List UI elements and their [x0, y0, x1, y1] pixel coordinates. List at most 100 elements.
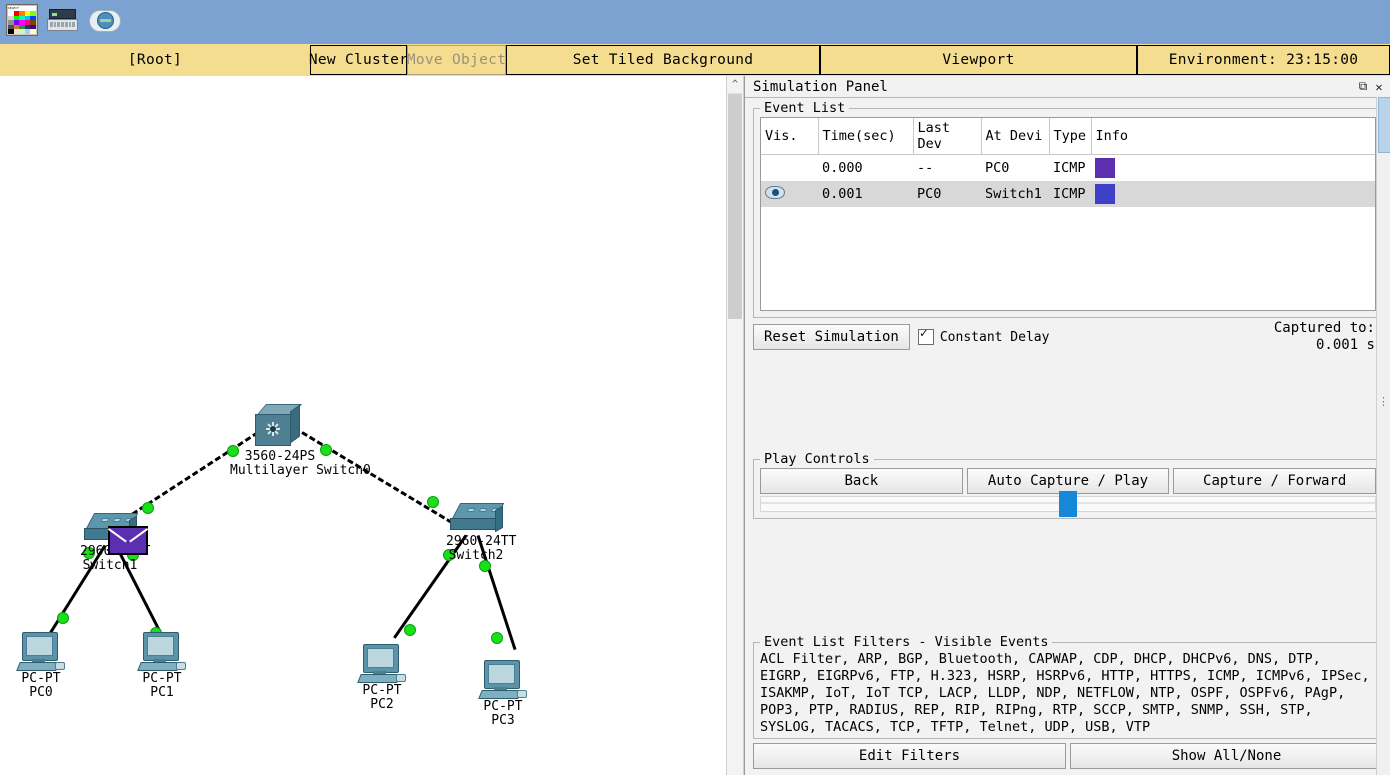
root-cluster-label[interactable]: [Root]: [0, 45, 310, 75]
event-list-table: Vis. Time(sec) Last Dev At Devi Type Inf…: [761, 118, 1375, 207]
viewport-button[interactable]: Viewport: [820, 45, 1137, 75]
environment-label[interactable]: Environment: 23:15:00: [1137, 45, 1390, 75]
scroll-up-icon[interactable]: ^: [727, 76, 743, 94]
link-status-dot: [142, 502, 154, 514]
device-model-label: PC-PT: [142, 671, 182, 686]
device-model-label: 3560-24PS: [244, 449, 316, 464]
device-pc-0[interactable]: PC-PT PC0: [16, 632, 65, 700]
event-last-device: PC0: [913, 181, 981, 207]
simulation-panel-title: Simulation Panel: [753, 78, 888, 95]
back-button[interactable]: Back: [760, 467, 963, 494]
event-list-header-row: Vis. Time(sec) Last Dev At Devi Type Inf…: [761, 118, 1375, 155]
device-multilayer-switch-0[interactable]: 3560-24PS Multilayer Switch0: [230, 404, 371, 478]
device-name-label: Multilayer Switch0: [230, 463, 371, 478]
panel-resize-handle[interactable]: ⋮: [1378, 396, 1389, 407]
packet-envelope[interactable]: [107, 526, 149, 555]
multilayer-switch-icon: [255, 404, 305, 450]
event-at-device: PC0: [985, 160, 1010, 176]
column-header-vis[interactable]: Vis.: [761, 118, 819, 155]
network-device-icon[interactable]: [47, 4, 79, 36]
top-toolbar: SELECT: [0, 0, 1390, 45]
link-status-dot: [404, 624, 416, 636]
device-name-label: PC3: [491, 713, 515, 728]
device-model-label: PC-PT: [483, 699, 523, 714]
packet-color-swatch: [1095, 184, 1115, 204]
new-cluster-button[interactable]: New Cluster: [309, 45, 408, 75]
event-time: 0.001: [818, 181, 913, 207]
scrollbar-thumb[interactable]: [728, 94, 742, 319]
restore-icon[interactable]: ⧉: [1355, 79, 1371, 94]
event-list-group: Event List Vis. Time(sec) Last Dev At De…: [753, 100, 1383, 318]
constant-delay-checkbox[interactable]: [917, 326, 934, 345]
column-header-info[interactable]: Info: [1091, 118, 1375, 155]
move-object-button: Move Object: [407, 45, 506, 75]
event-list-table-container[interactable]: Vis. Time(sec) Last Dev At Devi Type Inf…: [760, 117, 1376, 311]
palette-swatches: [8, 11, 36, 34]
cluster-bar: [Root] New Cluster Move Object Set Tiled…: [0, 44, 1390, 77]
device-name-label: PC2: [370, 697, 394, 712]
device-model-label: PC-PT: [21, 671, 61, 686]
play-controls-legend: Play Controls: [760, 450, 874, 467]
device-model-label: PC-PT: [362, 683, 402, 698]
simulation-controls-row: Reset Simulation Constant Delay Captured…: [745, 318, 1390, 354]
device-pc-1[interactable]: PC-PT PC1: [137, 632, 186, 700]
cloud-globe-icon[interactable]: [88, 4, 121, 36]
simulation-panel: Simulation Panel ⧉ ✕ Event List Vis. Tim…: [744, 76, 1390, 775]
device-switch-2[interactable]: 2960-24TT Switch2: [446, 503, 516, 563]
device-name-label: Switch1: [82, 558, 138, 573]
column-header-time[interactable]: Time(sec): [818, 118, 914, 155]
simulation-panel-titlebar: Simulation Panel ⧉ ✕: [745, 76, 1390, 98]
pc-icon: [16, 632, 65, 672]
capture-forward-button[interactable]: Capture / Forward: [1173, 467, 1377, 494]
show-all-none-button[interactable]: Show All/None: [1070, 743, 1383, 769]
edit-filters-button[interactable]: Edit Filters: [753, 743, 1066, 769]
pc-icon: [357, 644, 406, 684]
captured-to-block: Captured to: 0.001 s: [1274, 320, 1375, 354]
event-visibility-cell[interactable]: [761, 155, 818, 182]
event-info-cell[interactable]: [1091, 155, 1375, 182]
close-icon[interactable]: ✕: [1371, 80, 1387, 94]
device-pc-2[interactable]: PC-PT PC2: [357, 644, 406, 712]
event-row[interactable]: 0.000 -- PC0 ICMP: [761, 155, 1375, 182]
eye-icon[interactable]: [765, 185, 785, 199]
visible-protocols-list: ACL Filter, ARP, BGP, Bluetooth, CAPWAP,…: [760, 651, 1376, 736]
panel-spacer-bottom: [745, 519, 1390, 636]
panel-spacer-top: [745, 352, 1390, 459]
packet-tracer-window: SELECT [Root] New Cluster Move Object Se…: [0, 0, 1390, 775]
simulation-panel-scrollbar[interactable]: [1376, 97, 1390, 775]
set-tiled-background-button[interactable]: Set Tiled Background: [506, 45, 820, 75]
event-type: ICMP: [1053, 160, 1086, 176]
slider-thumb[interactable]: [1059, 490, 1077, 517]
column-header-last-device[interactable]: Last Dev: [913, 118, 982, 155]
column-header-type[interactable]: Type: [1049, 118, 1092, 155]
pc-icon: [137, 632, 186, 672]
packet-color-swatch: [1095, 158, 1115, 178]
column-header-at-device[interactable]: At Devi: [981, 118, 1050, 155]
event-info-cell[interactable]: [1091, 181, 1375, 207]
device-name-label: PC1: [150, 685, 174, 700]
event-type: ICMP: [1049, 181, 1091, 207]
event-list-legend: Event List: [760, 100, 850, 116]
event-time: 0.000: [822, 160, 863, 176]
event-visibility-cell[interactable]: [761, 181, 818, 207]
color-palette-icon[interactable]: SELECT: [6, 4, 38, 36]
filters-buttons-row: Edit Filters Show All/None: [753, 743, 1383, 769]
scrollbar-thumb[interactable]: [1378, 97, 1390, 153]
link-status-dot: [427, 496, 439, 508]
event-row[interactable]: 0.001 PC0 Switch1 ICMP: [761, 181, 1375, 207]
captured-to-label: Captured to:: [1273, 320, 1375, 336]
event-last-device: --: [917, 160, 934, 176]
link-status-dot: [57, 612, 69, 624]
device-name-label: Switch2: [448, 548, 504, 563]
pc-icon: [478, 660, 527, 700]
constant-delay-label: Constant Delay: [939, 329, 1050, 345]
device-name-label: PC0: [29, 685, 53, 700]
playback-speed-slider[interactable]: [760, 490, 1376, 517]
reset-simulation-button[interactable]: Reset Simulation: [753, 324, 910, 350]
logical-workspace[interactable]: 3560-24PS Multilayer Switch0 2960-24TT S…: [0, 76, 726, 775]
device-pc-3[interactable]: PC-PT PC3: [478, 660, 527, 728]
link-status-dot: [491, 632, 503, 644]
event-list-filters-group: Event List Filters - Visible Events ACL …: [753, 634, 1383, 739]
workspace-vertical-scrollbar[interactable]: ^: [726, 76, 744, 775]
switch-icon: [448, 503, 505, 535]
